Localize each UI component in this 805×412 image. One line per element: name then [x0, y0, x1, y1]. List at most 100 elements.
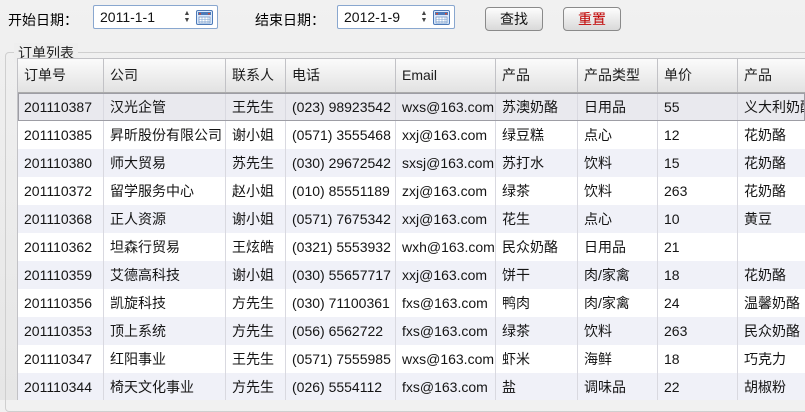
table-row[interactable]: 201110356凯旋科技方先生(030) 71100361fxs@163.co… — [18, 289, 805, 317]
table-cell: (010) 85551189 — [286, 177, 396, 205]
table-cell: zxj@163.com — [396, 177, 496, 205]
table-cell: 18 — [658, 345, 738, 373]
end-date-spinner[interactable]: ▲ ▼ — [418, 6, 430, 28]
table-cell: 温馨奶酪 — [738, 289, 805, 317]
table-row[interactable]: 201110387汉光企管王先生(023) 98923542wxs@163.co… — [18, 93, 805, 121]
table-cell: 点心 — [578, 121, 658, 149]
calendar-icon[interactable] — [433, 10, 450, 25]
table-row[interactable]: 201110385昇昕股份有限公司谢小姐(0571) 3555468xxj@16… — [18, 121, 805, 149]
column-header-2[interactable]: 公司 — [104, 59, 226, 92]
table-row[interactable]: 201110362坦森行贸易王炫皓(0321) 5553932wxh@163.c… — [18, 233, 805, 261]
table-cell: 苏先生 — [226, 149, 286, 177]
column-header-1[interactable]: 订单号 — [18, 59, 104, 92]
table-cell: 花奶酪 — [738, 149, 805, 177]
table-cell: (0571) 7675342 — [286, 205, 396, 233]
start-date-input[interactable] — [94, 7, 181, 27]
table-cell: 花生 — [496, 205, 578, 233]
table-cell: 师大贸易 — [104, 149, 226, 177]
table-cell: fxs@163.com — [396, 317, 496, 345]
table-cell: 55 — [658, 93, 738, 121]
table-cell: xxj@163.com — [396, 261, 496, 289]
table-row[interactable]: 201110380师大贸易苏先生(030) 29672542sxsj@163.c… — [18, 149, 805, 177]
table-cell: (030) 29672542 — [286, 149, 396, 177]
column-header-4[interactable]: 电话 — [286, 59, 396, 92]
table-cell: 虾米 — [496, 345, 578, 373]
calendar-icon[interactable] — [196, 10, 213, 25]
table-cell: 201110344 — [18, 373, 104, 400]
spinner-down-icon[interactable]: ▼ — [418, 17, 430, 24]
start-date-label: 开始日期： — [8, 10, 78, 30]
table-cell: 昇昕股份有限公司 — [104, 121, 226, 149]
end-date-input[interactable] — [338, 7, 418, 27]
table-body: 201110387汉光企管王先生(023) 98923542wxs@163.co… — [18, 93, 805, 400]
table-cell: 黄豆 — [738, 205, 805, 233]
table-cell: 谢小姐 — [226, 121, 286, 149]
table-cell: 263 — [658, 317, 738, 345]
table-cell: 绿豆糕 — [496, 121, 578, 149]
table-row[interactable]: 201110359艾德高科技谢小姐(030) 55657717xxj@163.c… — [18, 261, 805, 289]
table-cell: fxs@163.com — [396, 373, 496, 400]
table-cell: 王先生 — [226, 93, 286, 121]
table-cell: 12 — [658, 121, 738, 149]
table-cell: 饼干 — [496, 261, 578, 289]
table-cell: 红阳事业 — [104, 345, 226, 373]
table-cell: 苏打水 — [496, 149, 578, 177]
table-cell: 鸭肉 — [496, 289, 578, 317]
table-cell: 盐 — [496, 373, 578, 400]
table-cell: (030) 71100361 — [286, 289, 396, 317]
column-header-9[interactable]: 产品 — [738, 59, 805, 92]
spinner-down-icon[interactable]: ▼ — [181, 17, 193, 24]
start-date-spinner[interactable]: ▲ ▼ — [181, 6, 193, 28]
table-row[interactable]: 201110353顶上系统方先生(056) 6562722fxs@163.com… — [18, 317, 805, 345]
table-cell: 201110362 — [18, 233, 104, 261]
table-cell: (0321) 5553932 — [286, 233, 396, 261]
table-cell: 海鲜 — [578, 345, 658, 373]
table-cell: 肉/家禽 — [578, 289, 658, 317]
table-cell: 方先生 — [226, 317, 286, 345]
table-cell: 201110368 — [18, 205, 104, 233]
table-row[interactable]: 201110344椅天文化事业方先生(026) 5554112fxs@163.c… — [18, 373, 805, 400]
start-date-picker: ▲ ▼ — [93, 5, 218, 29]
table-cell: 民众奶酪 — [738, 317, 805, 345]
table-cell: 日用品 — [578, 233, 658, 261]
table-cell: 留学服务中心 — [104, 177, 226, 205]
table-cell: 201110387 — [18, 93, 104, 121]
column-header-7[interactable]: 产品类型 — [578, 59, 658, 92]
table-cell: sxsj@163.com — [396, 149, 496, 177]
table-row[interactable]: 201110372留学服务中心赵小姐(010) 85551189zxj@163.… — [18, 177, 805, 205]
column-header-5[interactable]: Email — [396, 59, 496, 92]
table-cell: 凯旋科技 — [104, 289, 226, 317]
table-cell: 苏澳奶酪 — [496, 93, 578, 121]
table-cell: 胡椒粉 — [738, 373, 805, 400]
end-date-label: 结束日期： — [255, 10, 325, 30]
table-cell: 263 — [658, 177, 738, 205]
table-cell: 花奶酪 — [738, 177, 805, 205]
column-header-3[interactable]: 联系人 — [226, 59, 286, 92]
table-cell: 民众奶酪 — [496, 233, 578, 261]
spinner-up-icon[interactable]: ▲ — [181, 10, 193, 17]
table-cell: 花奶酪 — [738, 261, 805, 289]
table-cell: 22 — [658, 373, 738, 400]
table-cell: 24 — [658, 289, 738, 317]
column-header-8[interactable]: 单价 — [658, 59, 738, 92]
table-cell: 方先生 — [226, 373, 286, 400]
reset-button[interactable]: 重置 — [563, 7, 621, 31]
table-row[interactable]: 201110368正人资源谢小姐(0571) 7675342xxj@163.co… — [18, 205, 805, 233]
spinner-up-icon[interactable]: ▲ — [418, 10, 430, 17]
column-header-6[interactable]: 产品 — [496, 59, 578, 92]
search-button[interactable]: 查找 — [485, 7, 543, 31]
table-cell: 王先生 — [226, 345, 286, 373]
table-row[interactable]: 201110347红阳事业王先生(0571) 7555985wxs@163.co… — [18, 345, 805, 373]
table-cell: 饮料 — [578, 177, 658, 205]
table-cell: 201110380 — [18, 149, 104, 177]
table-cell: 谢小姐 — [226, 205, 286, 233]
table-cell: wxh@163.com — [396, 233, 496, 261]
table-cell: 10 — [658, 205, 738, 233]
table-cell: 201110372 — [18, 177, 104, 205]
table-cell: 调味品 — [578, 373, 658, 400]
table-cell: 饮料 — [578, 317, 658, 345]
table-cell: 绿茶 — [496, 177, 578, 205]
table-cell: 绿茶 — [496, 317, 578, 345]
table-cell: 正人资源 — [104, 205, 226, 233]
table-cell: 义大利奶酪 — [738, 93, 805, 121]
